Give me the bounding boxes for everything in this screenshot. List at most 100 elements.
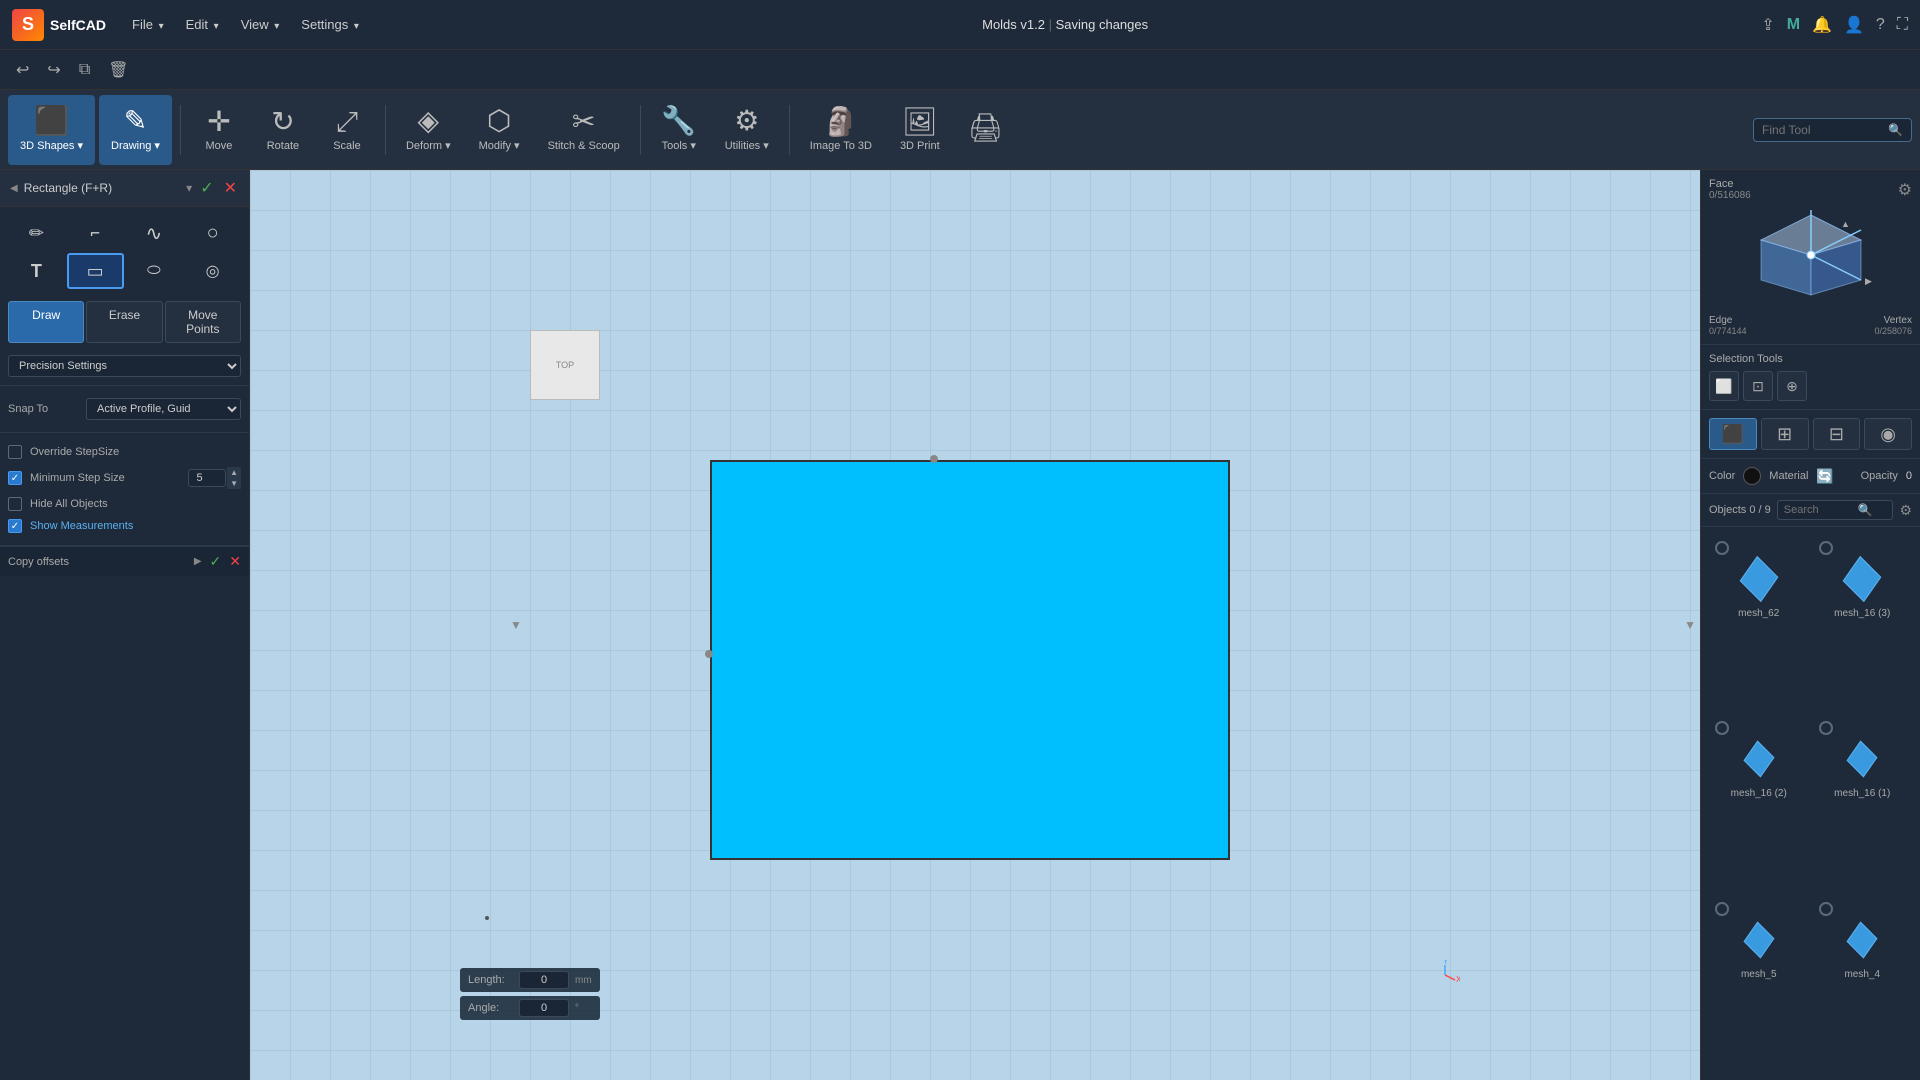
topbar-icons: ⇪ M 🔔 👤 ? ⛶ xyxy=(1761,15,1908,35)
object-item-mesh5[interactable]: mesh_5 xyxy=(1709,896,1809,1072)
tool-utilities[interactable]: ⚙ Utilities ▾ xyxy=(713,95,781,165)
draw-tool-text[interactable]: T xyxy=(8,253,65,289)
mesh16-2-radio[interactable] xyxy=(1715,721,1729,735)
find-tool-input[interactable] xyxy=(1762,123,1882,137)
mesh4-radio[interactable] xyxy=(1819,902,1833,916)
image-to-3d-label: 3D Print xyxy=(900,140,940,152)
hide-all-objects-checkbox[interactable] xyxy=(8,497,22,511)
show-measurements-checkbox[interactable] xyxy=(8,519,22,533)
axis-indicator: Y X xyxy=(1430,960,1460,990)
wire-shape-button[interactable]: ⊞ xyxy=(1761,418,1809,450)
precision-settings-dropdown[interactable]: Precision Settings xyxy=(8,355,241,377)
step-spin-down[interactable]: ▼ xyxy=(227,478,241,489)
mode-draw-button[interactable]: Draw xyxy=(8,301,84,343)
svg-text:Y: Y xyxy=(1443,960,1449,966)
mesh5-radio[interactable] xyxy=(1715,902,1729,916)
user-icon[interactable]: 👤 xyxy=(1844,15,1864,35)
object-item-mesh4[interactable]: mesh_4 xyxy=(1813,896,1913,1072)
sel-face-icon[interactable]: ⬜ xyxy=(1709,371,1739,401)
edge-vertex-info: Edge 0/774144 Vertex 0/258076 xyxy=(1709,315,1912,336)
sel-edge-icon[interactable]: ⊡ xyxy=(1743,371,1773,401)
tool-tools[interactable]: 🔧 Tools ▾ xyxy=(649,95,709,165)
object-item-mesh16-1[interactable]: mesh_16 (1) xyxy=(1813,715,1913,891)
color-label: Color xyxy=(1709,470,1735,482)
objects-search-input[interactable] xyxy=(1784,504,1854,516)
tool-drawing[interactable]: ✎ Drawing ▾ xyxy=(99,95,172,165)
copy-offsets-expand-icon[interactable]: ▶ xyxy=(194,556,202,567)
step-spin-up[interactable]: ▲ xyxy=(227,467,241,478)
mode-erase-button[interactable]: Erase xyxy=(86,301,162,343)
outline-shape-button[interactable]: ⊟ xyxy=(1813,418,1861,450)
hide-all-objects-row: Hide All Objects xyxy=(8,493,241,515)
notifications-icon[interactable]: 🔔 xyxy=(1812,15,1832,35)
delete-button[interactable]: 🗑 xyxy=(100,56,136,84)
length-unit: mm xyxy=(575,975,592,986)
copy-offsets-close-button[interactable]: ✕ xyxy=(229,553,241,570)
menu-settings[interactable]: Settings ▾ xyxy=(291,13,369,36)
app-logo[interactable]: S SelfCAD xyxy=(12,9,106,41)
object-item-mesh62[interactable]: mesh_62 xyxy=(1709,535,1809,711)
share-icon[interactable]: ⇪ xyxy=(1761,15,1774,35)
draw-tool-arc-circle[interactable]: ◎ xyxy=(184,253,241,289)
material-icon[interactable]: 🔄 xyxy=(1816,468,1833,485)
tool-3d-print[interactable]: 🖨 xyxy=(956,95,1016,165)
override-stepsize-checkbox[interactable] xyxy=(8,445,22,459)
scroll-right-arrow[interactable]: ▼ xyxy=(1684,618,1696,632)
draw-tool-pen[interactable]: ✏ xyxy=(8,215,65,251)
copy-button[interactable]: ⧉ xyxy=(71,57,98,83)
tool-sculpting[interactable]: 🗿 Image To 3D xyxy=(798,95,884,165)
draw-tool-circle[interactable]: ○ xyxy=(184,215,241,251)
angle-input[interactable] xyxy=(519,999,569,1017)
user-m-icon[interactable]: M xyxy=(1787,16,1800,34)
redo-button[interactable]: ↪ xyxy=(39,56,68,84)
mode-move-points-button[interactable]: Move Points xyxy=(165,301,241,343)
objects-settings-icon[interactable]: ⚙ xyxy=(1899,502,1912,519)
undo-button[interactable]: ↩ xyxy=(8,56,37,84)
draw-tool-ellipse[interactable]: ⬭ xyxy=(126,253,183,289)
mesh62-radio[interactable] xyxy=(1715,541,1729,555)
length-input[interactable] xyxy=(519,971,569,989)
menu-view[interactable]: View ▾ xyxy=(231,13,290,36)
canvas-area[interactable]: TOP ▼ ▼ Y X Length: mm xyxy=(250,170,1700,1080)
panel-dropdown-icon[interactable]: ▾ xyxy=(186,181,192,195)
copy-offsets-confirm-button[interactable]: ✓ xyxy=(210,553,222,570)
tool-deform[interactable]: ◈ Deform ▾ xyxy=(394,95,463,165)
mesh16-3-radio[interactable] xyxy=(1819,541,1833,555)
fullscreen-icon[interactable]: ⛶ xyxy=(1897,16,1908,34)
menu-edit[interactable]: Edit ▾ xyxy=(176,13,229,36)
object-item-mesh16-3[interactable]: mesh_16 (3) xyxy=(1813,535,1913,711)
tool-3d-shapes[interactable]: ⬛ 3D Shapes ▾ xyxy=(8,95,95,165)
tool-move[interactable]: ✛ Move xyxy=(189,95,249,165)
mesh16-1-radio[interactable] xyxy=(1819,721,1833,735)
tool-scale[interactable]: ⤢ Scale xyxy=(317,95,377,165)
main-drawing-rect[interactable] xyxy=(710,460,1230,860)
find-tool: 🔍 xyxy=(1753,118,1912,142)
snap-to-dropdown[interactable]: Active Profile, Guid Grid None xyxy=(86,398,241,420)
tool-rotate[interactable]: ↻ Rotate xyxy=(253,95,313,165)
minimum-step-checkbox[interactable] xyxy=(8,471,22,485)
settings-gear-icon[interactable]: ⚙ xyxy=(1898,180,1912,200)
draw-tool-corner-rect[interactable]: ⌐ xyxy=(67,215,124,251)
panel-close-button[interactable]: ✕ xyxy=(222,176,239,200)
draw-tool-rect[interactable]: ▭ xyxy=(67,253,124,289)
move-icon: ✛ xyxy=(207,108,230,136)
draw-tool-curve[interactable]: ∿ xyxy=(126,215,183,251)
3d-shape-buttons: ⬛ ⊞ ⊟ ◉ xyxy=(1701,410,1920,459)
object-item-mesh16-2[interactable]: mesh_16 (2) xyxy=(1709,715,1809,891)
collapse-panel-icon[interactable]: ◀ xyxy=(10,183,18,194)
scroll-left-arrow[interactable]: ▼ xyxy=(510,618,522,632)
panel-header: ◀ Rectangle (F+R) ▾ ✓ ✕ xyxy=(0,170,249,207)
point-shape-button[interactable]: ◉ xyxy=(1864,418,1912,450)
menu-file[interactable]: File ▾ xyxy=(122,13,174,36)
face-info: Face 0/516086 xyxy=(1709,178,1751,201)
sel-vertex-icon[interactable]: ⊕ xyxy=(1777,371,1807,401)
solid-shape-button[interactable]: ⬛ xyxy=(1709,418,1757,450)
tool-image-to-3d[interactable]: 🖼 3D Print xyxy=(888,95,952,165)
color-picker[interactable] xyxy=(1743,467,1761,485)
help-icon[interactable]: ? xyxy=(1876,16,1885,34)
tool-stitch-scoop[interactable]: ✂ Stitch & Scoop xyxy=(536,95,632,165)
3d-view-section: Face 0/516086 ⚙ xyxy=(1701,170,1920,345)
minimum-step-input[interactable] xyxy=(188,469,226,487)
panel-confirm-button[interactable]: ✓ xyxy=(198,176,215,200)
tool-modify[interactable]: ⬡ Modify ▾ xyxy=(467,95,532,165)
